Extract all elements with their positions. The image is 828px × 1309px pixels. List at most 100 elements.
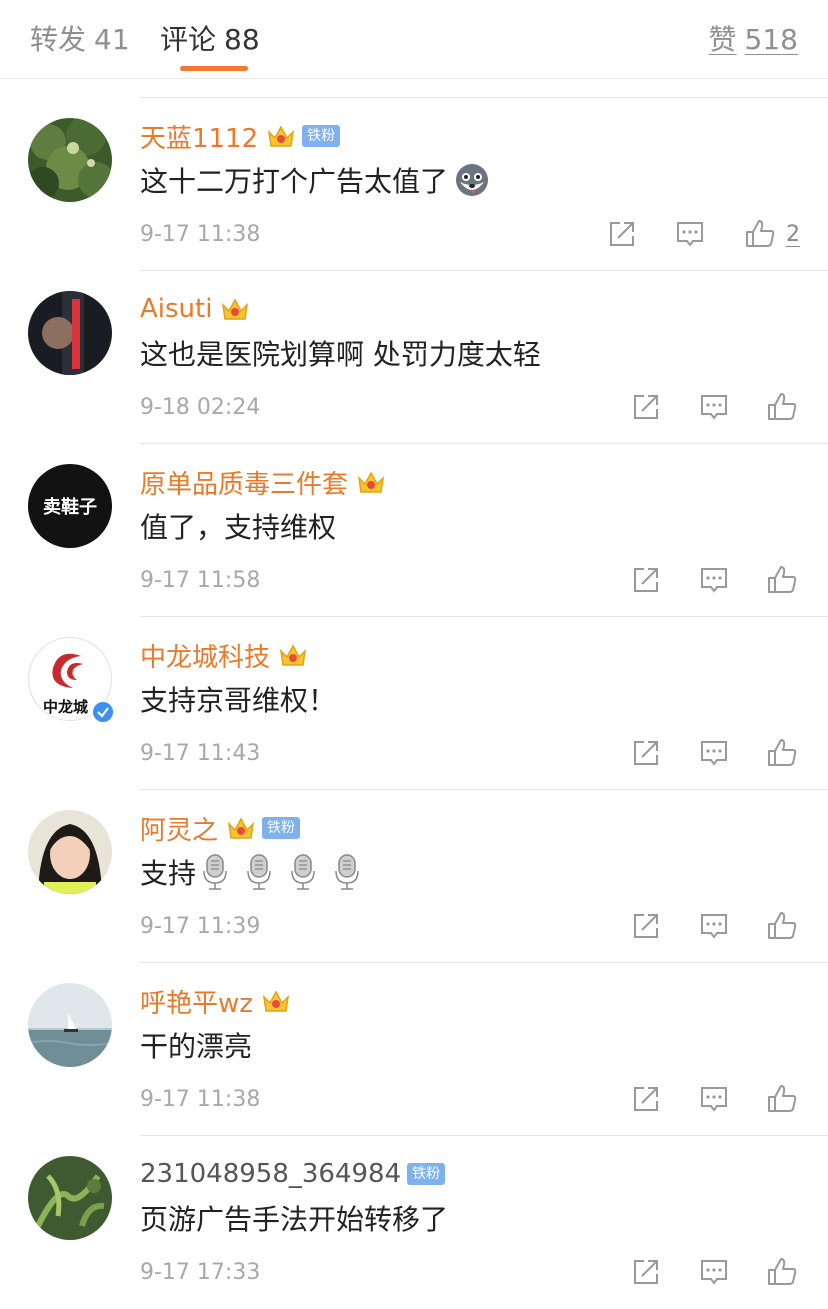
comment-text: 这也是医院划算啊 处罚力度太轻 (140, 333, 541, 373)
microphone-emoji-icon (291, 854, 315, 890)
username-row: 呼艳平wz (140, 981, 291, 1021)
comment-time: 9-17 17:33 (140, 1260, 261, 1285)
share-icon[interactable] (630, 391, 662, 423)
microphone-emoji-icon (247, 854, 271, 890)
comment-item: 231048958_364984 铁粉 页游广告手法开始转移了 9-17 17:… (0, 1136, 828, 1309)
tab-repost-label: 转发 (30, 23, 87, 56)
tab-repost[interactable]: 转发 41 (30, 18, 130, 58)
crown-icon (227, 817, 255, 839)
username-row: Aisuti (140, 289, 250, 329)
comment-item: Aisuti 这也是医院划算啊 处罚力度太轻 9-18 02:24 (0, 271, 828, 444)
comment-time: 9-17 11:58 (140, 568, 261, 593)
crown-icon (357, 471, 385, 493)
comment-time: 9-17 11:38 (140, 1087, 261, 1112)
like-icon[interactable] (744, 218, 776, 250)
comment-item: 天蓝1112 铁粉 这十二万打个广告太值了 9-17 11:38 2 (0, 98, 828, 271)
comment-text: 支持 (140, 852, 360, 892)
avatar-text: 中龙城 (43, 698, 89, 716)
reply-icon[interactable] (698, 391, 730, 423)
husky-emoji-icon (456, 164, 489, 196)
comment-text-content: 页游广告手法开始转移了 (140, 1203, 449, 1236)
comment-time: 9-17 11:39 (140, 914, 261, 939)
tab-comments[interactable]: 评论 88 (160, 18, 260, 58)
fan-badge: 铁粉 (262, 817, 301, 839)
comment-item: 中龙城 中龙城科技 支持京哥维权！ 9-17 11:43 (0, 617, 828, 790)
comment-tabbar: 转发 41 评论 88 赞 518 (0, 0, 828, 79)
crown-icon (262, 990, 289, 1012)
username[interactable]: 中龙城科技 (140, 637, 270, 674)
comment-time: 9-17 11:43 (140, 741, 261, 766)
like-icon[interactable] (766, 1083, 798, 1115)
username-row: 阿灵之 铁粉 (140, 808, 301, 848)
crown-icon (279, 644, 307, 666)
tab-likes-count: 518 (744, 23, 798, 56)
comment-time: 9-18 02:24 (140, 395, 261, 420)
crown-icon (268, 125, 295, 147)
username[interactable]: Aisuti (140, 294, 212, 324)
avatar[interactable] (28, 1156, 112, 1240)
comment-text: 干的漂亮 (140, 1025, 252, 1065)
avatar[interactable]: 卖鞋子 (28, 464, 112, 548)
username-row: 中龙城科技 (140, 635, 308, 675)
active-tab-indicator (180, 66, 248, 71)
username-row: 原单品质毒三件套 (140, 462, 386, 502)
like-icon[interactable] (766, 391, 798, 423)
tab-comments-count: 88 (224, 23, 260, 56)
tab-likes-label: 赞 (708, 23, 737, 56)
avatar[interactable] (28, 118, 112, 202)
comment-text-content: 这十二万打个广告太值了 (140, 165, 449, 198)
like-count[interactable]: 2 (786, 222, 800, 247)
comment-text-content: 支持 (140, 857, 197, 890)
tab-repost-count: 41 (94, 23, 130, 56)
avatar[interactable] (28, 983, 112, 1067)
crown-icon (222, 298, 249, 320)
tab-likes[interactable]: 赞 518 (709, 18, 798, 58)
tab-comments-label: 评论 (160, 23, 217, 56)
share-icon[interactable] (606, 218, 638, 250)
comment-text: 页游广告手法开始转移了 (140, 1198, 448, 1238)
share-icon[interactable] (630, 737, 662, 769)
username-row: 231048958_364984 铁粉 (140, 1154, 446, 1194)
username[interactable]: 天蓝1112 (140, 118, 258, 155)
share-icon[interactable] (630, 910, 662, 942)
username[interactable]: 阿灵之 (140, 810, 218, 847)
microphone-emoji-icon (203, 854, 227, 890)
reply-icon[interactable] (698, 1256, 730, 1288)
like-icon[interactable] (766, 1256, 798, 1288)
avatar[interactable]: 中龙城 (28, 637, 115, 724)
comment-text-content: 值了，支持维权 (140, 511, 337, 544)
reply-icon[interactable] (698, 737, 730, 769)
comment-text: 这十二万打个广告太值了 (140, 160, 490, 200)
verified-badge-icon (91, 700, 115, 724)
reply-icon[interactable] (674, 218, 706, 250)
fan-badge: 铁粉 (302, 125, 341, 147)
comment-text-content: 干的漂亮 (140, 1030, 253, 1063)
comment-item: 呼艳平wz 干的漂亮 9-17 11:38 (0, 963, 828, 1136)
username-row: 天蓝1112 铁粉 (140, 116, 341, 156)
comment-time: 9-17 11:38 (140, 222, 261, 247)
company-logo-icon (52, 653, 83, 688)
comment-text: 支持京哥维权！ (140, 679, 336, 719)
avatar-text: 卖鞋子 (43, 497, 97, 518)
username[interactable]: 呼艳平wz (140, 983, 253, 1020)
comment-text-content: 支持京哥维权！ (140, 684, 337, 717)
comment-text: 值了，支持维权 (140, 506, 336, 546)
like-icon[interactable] (766, 564, 798, 596)
comment-item: 阿灵之 铁粉 支持 9-17 11:39 (0, 790, 828, 963)
fan-badge: 铁粉 (407, 1163, 446, 1185)
reply-icon[interactable] (698, 1083, 730, 1115)
reply-icon[interactable] (698, 910, 730, 942)
share-icon[interactable] (630, 1083, 662, 1115)
username[interactable]: 原单品质毒三件套 (140, 464, 348, 501)
comment-item: 卖鞋子 原单品质毒三件套 值了，支持维权 9-17 11:58 (0, 444, 828, 617)
username[interactable]: 231048958_364984 (140, 1159, 401, 1189)
share-icon[interactable] (630, 1256, 662, 1288)
share-icon[interactable] (630, 564, 662, 596)
avatar[interactable] (28, 810, 112, 894)
avatar[interactable] (28, 291, 112, 375)
microphone-emoji-icon (335, 854, 359, 890)
like-icon[interactable] (766, 910, 798, 942)
reply-icon[interactable] (698, 564, 730, 596)
like-icon[interactable] (766, 737, 798, 769)
comment-text-content: 这也是医院划算啊 处罚力度太轻 (140, 338, 541, 371)
